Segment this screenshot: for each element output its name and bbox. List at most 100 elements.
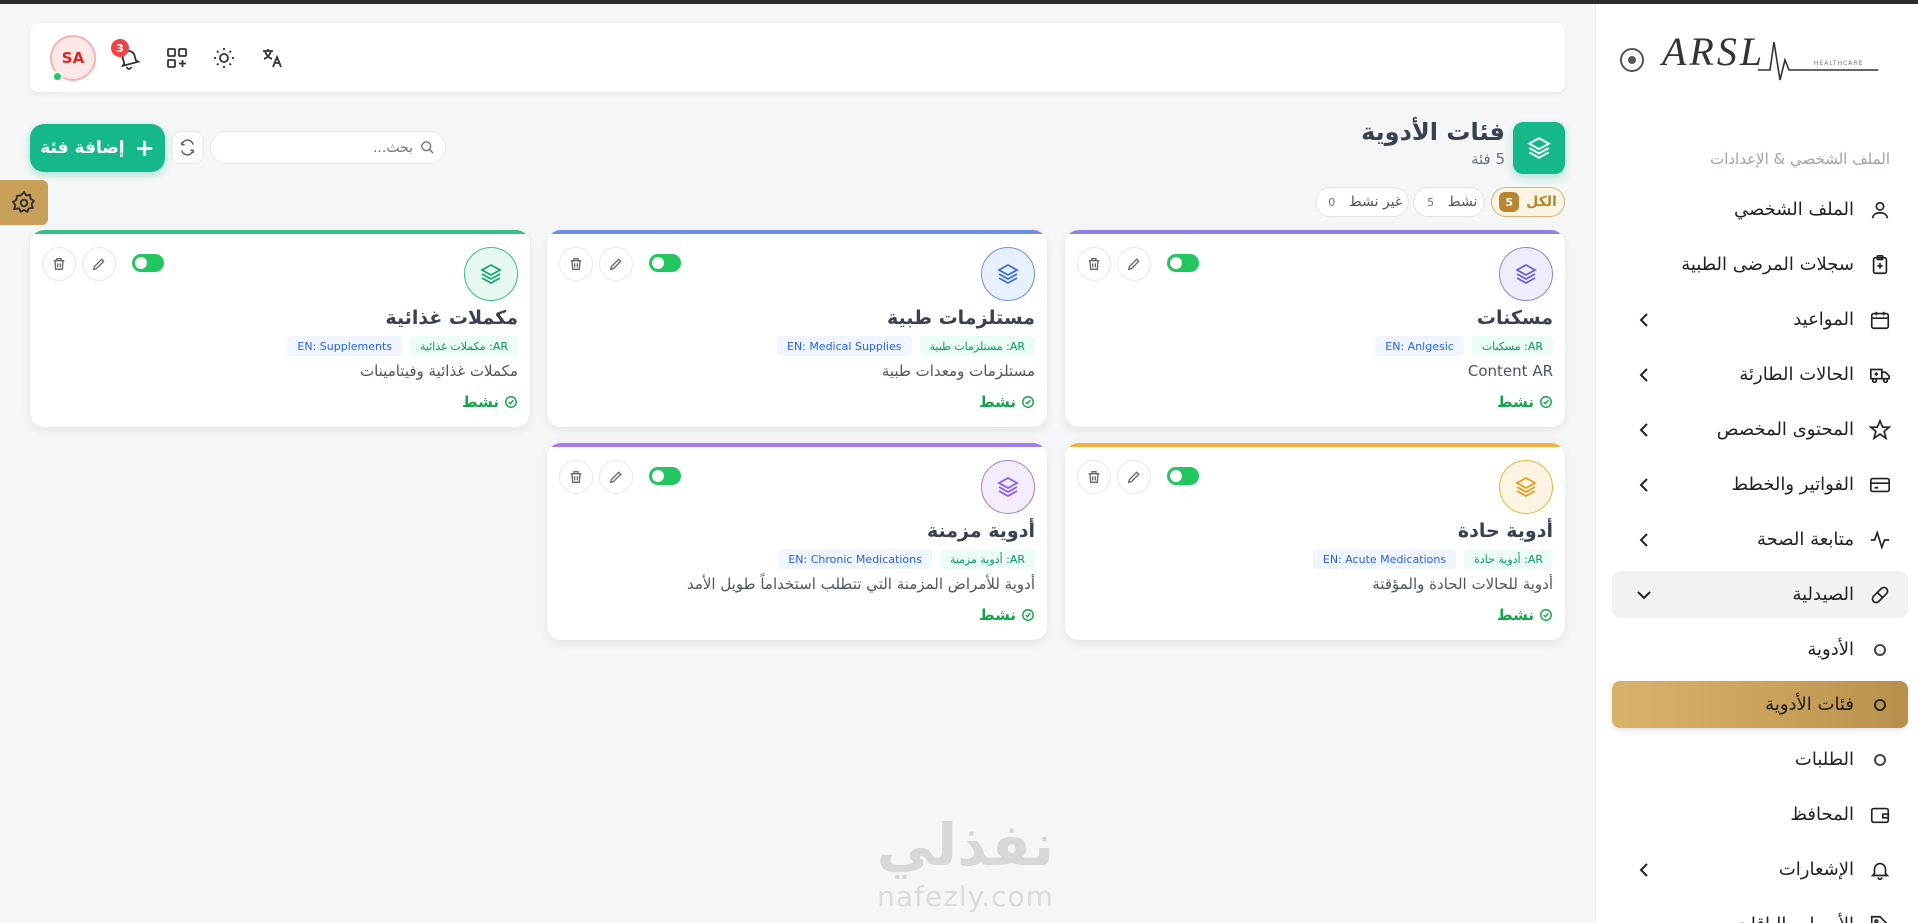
wallet-icon [1868, 803, 1892, 827]
category-card: أدوية مزمنة AR: أدوية مزمنة EN: Chronic … [547, 443, 1047, 640]
trash-icon [1088, 258, 1100, 270]
filter-all-pill[interactable]: الكل 5 [1491, 187, 1565, 217]
logo-text: ARSL [1662, 29, 1766, 74]
category-card: مستلزمات طبية AR: مستلزمات طبية EN: Medi… [547, 230, 1047, 427]
sidebar-nav: الملف الشخصي سجلات المرضى الطبية المواعي… [1612, 186, 1908, 923]
check-circle-icon [1540, 609, 1552, 621]
search-icon [421, 141, 434, 154]
status-badge: نشط [979, 393, 1035, 411]
search-input[interactable] [223, 132, 413, 163]
category-name: مكملات غذائية [385, 307, 518, 329]
watermark-logo: نفذلي nafezly.com [858, 810, 1073, 923]
edit-button[interactable] [599, 460, 633, 494]
sidebar-item-health-tracking[interactable]: متابعة الصحة [1612, 516, 1908, 563]
category-card: مسكنات AR: مسكنات EN: Anlgesic Content A… [1065, 230, 1565, 427]
star-icon [1868, 418, 1892, 442]
delete-button[interactable] [1077, 247, 1111, 281]
sidebar-item-profile[interactable]: الملف الشخصي [1612, 186, 1908, 233]
sidebar-item-label: الحالات الطارئة [1739, 364, 1854, 385]
trash-icon [53, 258, 65, 270]
sidebar-item-medical-records[interactable]: سجلات المرضى الطبية [1612, 241, 1908, 288]
active-toggle[interactable] [1167, 254, 1199, 272]
english-name-tag: EN: Supplements [287, 336, 403, 356]
status-label: نشط [979, 393, 1016, 411]
notification-count-badge: 3 [111, 39, 129, 57]
refresh-icon [181, 139, 194, 156]
logo-subtext: HEALTHCARE [1814, 60, 1864, 67]
status-label: نشط [1497, 606, 1534, 624]
sidebar-toggle-icon[interactable] [1620, 48, 1644, 72]
active-toggle[interactable] [649, 254, 681, 272]
english-name-tag: EN: Chronic Medications [778, 549, 932, 569]
sidebar-item-label: الفواتير والخطط [1731, 474, 1854, 495]
card-accent-line [1065, 230, 1565, 234]
translate-icon[interactable] [259, 45, 285, 71]
sidebar-item-label: الأدوية [1807, 639, 1854, 660]
sidebar-item-appointments[interactable]: المواعيد [1612, 296, 1908, 343]
edit-button[interactable] [1117, 247, 1151, 281]
edit-button[interactable] [82, 247, 116, 281]
sidebar-item-custom-content[interactable]: المحتوى المخصص [1612, 406, 1908, 453]
category-description: أدوية للأمراض المزمنة التي تتطلب استخدام… [686, 575, 1035, 593]
check-circle-icon [1022, 396, 1034, 408]
sidebar-item-medicines[interactable]: الأدوية [1612, 626, 1908, 673]
sidebar-item-orders[interactable]: الطلبات [1612, 736, 1908, 783]
filter-inactive-pill[interactable]: غير نشط 0 [1315, 187, 1409, 217]
sidebar-item-emergencies[interactable]: الحالات الطارئة [1612, 351, 1908, 398]
sidebar-section-heading: الملف الشخصي & الإعدادات [1710, 150, 1890, 168]
trash-icon [570, 258, 582, 270]
pencil-icon [609, 258, 622, 271]
active-toggle[interactable] [649, 467, 681, 485]
arabic-name-tag: AR: مسكنات [1471, 336, 1553, 356]
sidebar-item-wallets[interactable]: المحافظ [1612, 791, 1908, 838]
edit-button[interactable] [599, 247, 633, 281]
delete-button[interactable] [42, 247, 76, 281]
sidebar-item-label: فئات الأدوية [1765, 694, 1854, 715]
category-description: أدوية للحالات الحادة والمؤقتة [1372, 575, 1553, 593]
delete-button[interactable] [559, 247, 593, 281]
pencil-icon [609, 471, 622, 484]
delete-button[interactable] [559, 460, 593, 494]
active-toggle[interactable] [132, 254, 164, 272]
settings-floating-button[interactable] [0, 180, 48, 225]
plus-icon: + [134, 134, 155, 162]
add-category-label: إضافة فئة [40, 138, 125, 158]
refresh-button[interactable] [171, 131, 204, 164]
filter-active-pill[interactable]: نشط 5 [1413, 187, 1485, 217]
chevron-left-icon [1634, 530, 1654, 550]
chevron-left-icon [1634, 420, 1654, 440]
sun-theme-icon[interactable] [211, 45, 237, 71]
sidebar-item-pharmacy[interactable]: الصيدلية [1612, 571, 1908, 618]
category-description: Content AR [1467, 362, 1553, 380]
card-tags: AR: مكملات غذائية EN: Supplements [287, 336, 518, 356]
pencil-icon [1127, 471, 1140, 484]
english-name-tag: EN: Anlgesic [1375, 336, 1464, 356]
category-description: مكملات غذائية وفيتامينات [359, 362, 518, 380]
card-tags: AR: مستلزمات طبية EN: Medical Supplies [776, 336, 1035, 356]
chevron-left-icon [1634, 365, 1654, 385]
sidebar-item-billing[interactable]: الفواتير والخطط [1612, 461, 1908, 508]
chevron-down-icon [1634, 585, 1654, 605]
sidebar-item-label: الملف الشخصي [1734, 199, 1854, 220]
bell-icon [1868, 858, 1892, 882]
category-name: أدوية مزمنة [927, 520, 1035, 542]
layers-icon [1499, 247, 1553, 301]
brand-logo[interactable]: ARSL HEALTHCARE [1662, 28, 1878, 88]
active-toggle[interactable] [1167, 467, 1199, 485]
card-tags: AR: أدوية مزمنة EN: Chronic Medications [778, 549, 1035, 569]
sidebar-item-notifications[interactable]: الإشعارات [1612, 846, 1908, 893]
card-tags: AR: مسكنات EN: Anlgesic [1375, 336, 1553, 356]
english-name-tag: EN: Acute Medications [1312, 549, 1457, 569]
apps-add-icon[interactable] [164, 45, 190, 71]
layers-icon [1499, 460, 1553, 514]
edit-button[interactable] [1117, 460, 1151, 494]
sidebar-item-medicine-categories[interactable]: فئات الأدوية [1612, 681, 1908, 728]
pencil-icon [92, 258, 105, 271]
delete-button[interactable] [1077, 460, 1111, 494]
check-circle-icon [1022, 609, 1034, 621]
category-name: مستلزمات طبية [887, 307, 1035, 329]
add-category-button[interactable]: + إضافة فئة [30, 124, 165, 172]
sidebar-item-label: المحافظ [1790, 804, 1854, 825]
sidebar-item-pricing[interactable]: الأسعار والباقات [1612, 901, 1908, 923]
sidebar-item-label: الطلبات [1794, 749, 1854, 770]
